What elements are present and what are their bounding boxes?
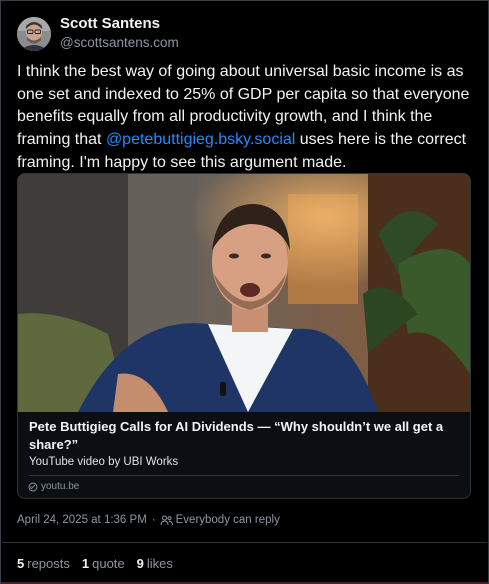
mention-link[interactable]: @petebuttigieg.bsky.social [106, 131, 295, 148]
reply-setting-label: Everybody can reply [175, 514, 280, 526]
embed-title[interactable]: Pete Buttigieg Calls for AI Dividends — … [29, 418, 459, 453]
likes-stat[interactable]: 9 likes [137, 556, 173, 571]
quotes-label: quote [92, 556, 125, 571]
reposts-count: 5 [17, 556, 25, 571]
video-thumbnail [18, 174, 470, 412]
reply-setting[interactable]: Everybody can reply [160, 514, 280, 526]
post-header: Scott Santens @scottsantens.com [17, 15, 179, 52]
post-timestamp[interactable]: April 24, 2025 at 1:36 PM [17, 514, 147, 526]
avatar[interactable] [17, 16, 51, 51]
globe-icon [28, 482, 38, 491]
stats-divider [2, 542, 487, 543]
author-display-name[interactable]: Scott Santens [60, 15, 179, 33]
likes-label: likes [146, 556, 173, 571]
post-meta: April 24, 2025 at 1:36 PM · Everybody ca… [17, 514, 280, 526]
likes-count: 9 [136, 556, 144, 571]
post-stats: 5 reposts 1 quote 9 likes [17, 556, 185, 571]
reposts-stat[interactable]: 5 reposts [17, 556, 70, 571]
embed-domain: youtu.be [28, 481, 79, 492]
post-container: Scott Santens @scottsantens.com I think … [0, 0, 489, 584]
avatar-image [17, 16, 51, 51]
people-icon [160, 515, 173, 525]
embed-domain-text: youtu.be [41, 481, 80, 492]
post-text: I think the best way of going about univ… [17, 61, 477, 175]
embed-divider [29, 475, 459, 476]
quotes-stat[interactable]: 1 quote [82, 556, 125, 571]
quotes-count: 1 [81, 556, 90, 571]
meta-separator: · [151, 514, 156, 526]
reposts-label: reposts [27, 556, 70, 571]
author-handle[interactable]: @scottsantens.com [60, 34, 179, 52]
link-preview-card[interactable]: Pete Buttigieg Calls for AI Dividends — … [17, 173, 471, 499]
embed-description: YouTube video by UBI Works [29, 456, 179, 468]
